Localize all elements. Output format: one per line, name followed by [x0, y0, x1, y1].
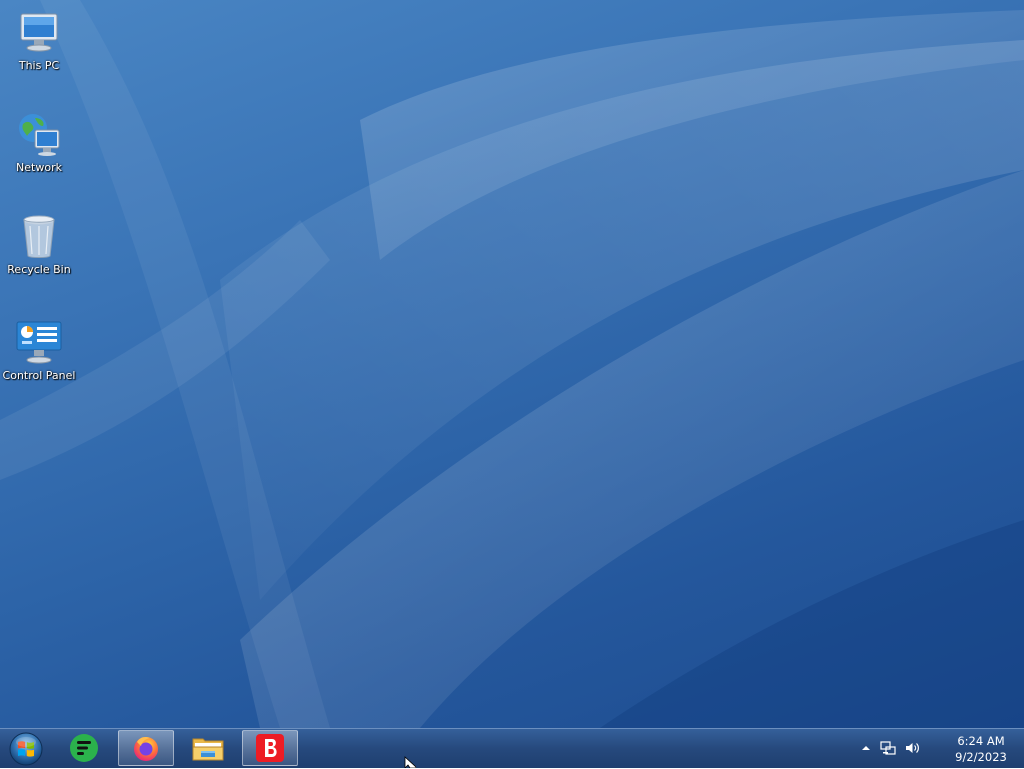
mouse-pointer-icon: [404, 756, 416, 768]
file-explorer-icon: [192, 738, 224, 761]
desktop-icon-this-pc[interactable]: This PC: [1, 8, 77, 72]
taskbar: 6:24 AM 9/2/2023: [0, 728, 1024, 768]
desktop-icon-label: Control Panel: [2, 369, 76, 382]
desktop-icon-network[interactable]: Network: [1, 110, 77, 174]
control-panel-icon: [16, 321, 62, 364]
recycle-bin-icon: [23, 215, 55, 258]
clock-time: 6:24 AM: [957, 734, 1005, 748]
taskbar-firefox-button[interactable]: [118, 730, 174, 766]
volume-icon: [906, 743, 919, 753]
taskbar-feedly-button[interactable]: [56, 730, 112, 766]
firefox-icon: [134, 737, 158, 761]
computer-icon: [20, 13, 58, 52]
desktop-icon-label: This PC: [18, 59, 60, 72]
network-status-icon: [880, 741, 896, 755]
bitdefender-icon: [256, 734, 284, 762]
wallpaper: [0, 0, 1024, 728]
clock-date: 9/2/2023: [955, 750, 1007, 764]
desktop-icon-control-panel[interactable]: Control Panel: [1, 318, 77, 382]
desktop-icon-label: Network: [16, 161, 62, 174]
desktop-icon-recycle-bin[interactable]: Recycle Bin: [1, 212, 77, 276]
windows-start-icon: [9, 732, 43, 766]
clock[interactable]: 6:24 AM 9/2/2023: [946, 733, 1016, 765]
desktop[interactable]: This PC Network Recycle Bin Control Pane…: [0, 0, 1024, 728]
network-status-button[interactable]: [880, 739, 896, 757]
taskbar-file-explorer-button[interactable]: [180, 730, 236, 766]
desktop-icon-label: Recycle Bin: [7, 263, 71, 276]
chevron-up-icon: [862, 746, 870, 750]
start-button[interactable]: [6, 730, 46, 768]
network-icon: [19, 114, 60, 156]
feedly-app-icon: [70, 734, 98, 762]
taskbar-bitdefender-button[interactable]: [242, 730, 298, 766]
show-hidden-icons-button[interactable]: [858, 739, 874, 757]
volume-button[interactable]: [904, 739, 920, 757]
